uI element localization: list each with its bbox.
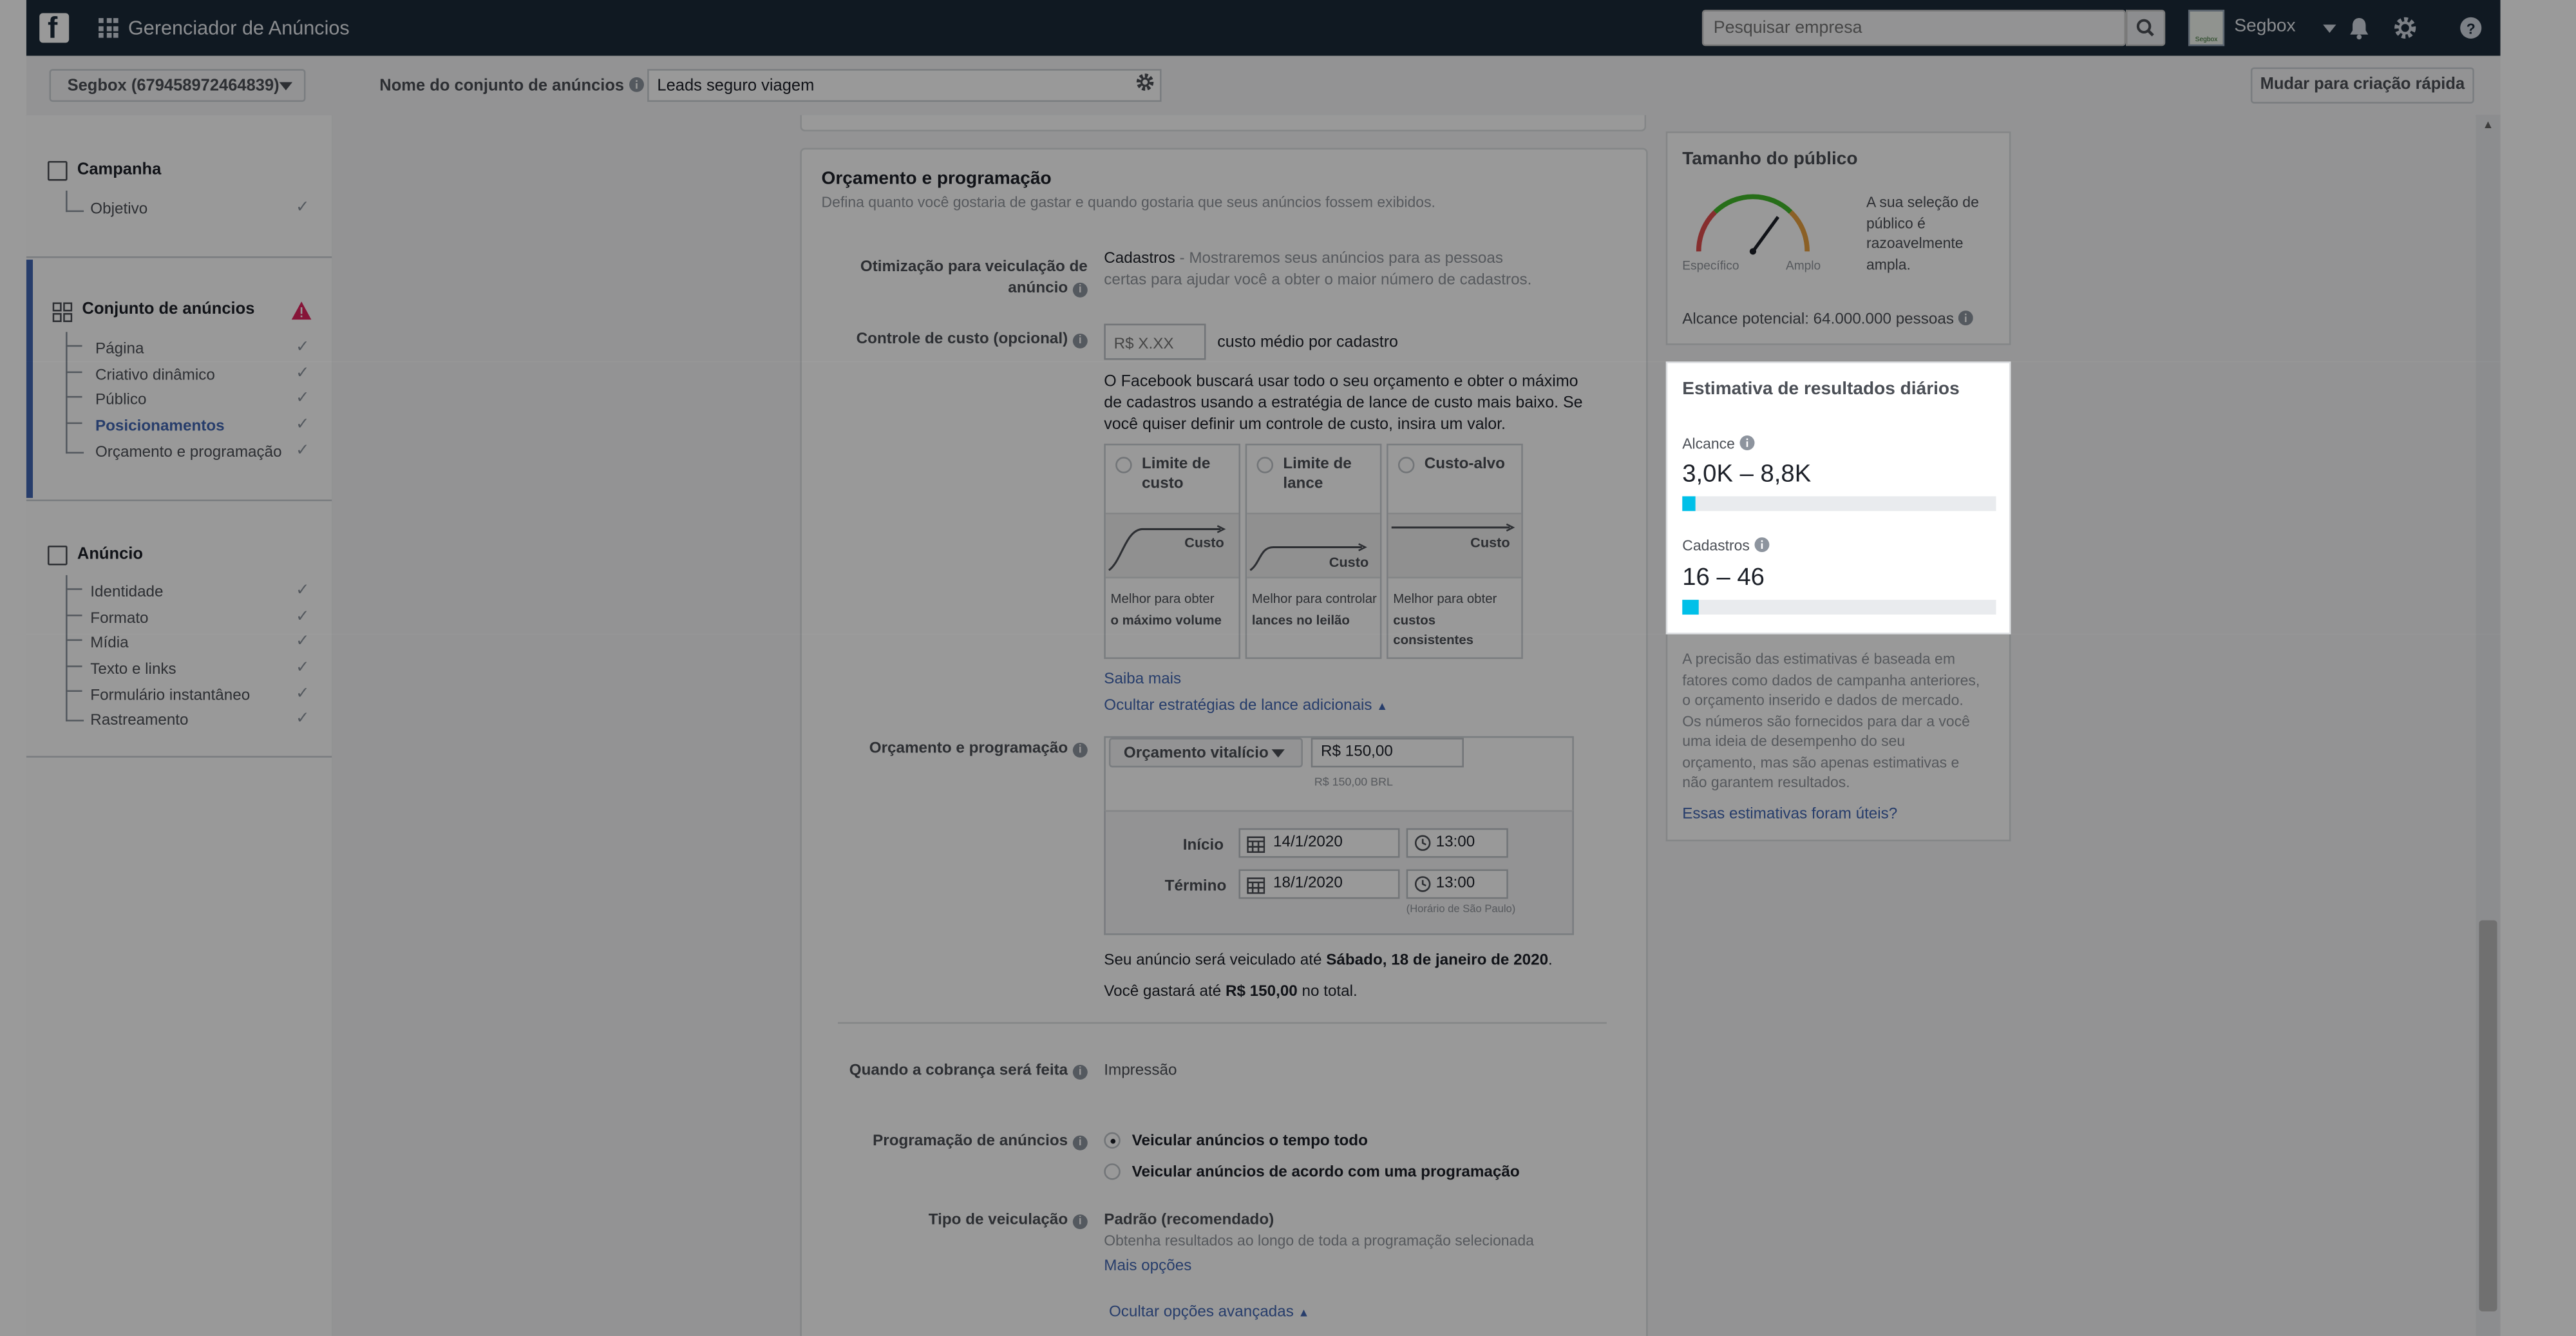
leads-bar-fill (1682, 600, 1699, 615)
reach-bar-fill (1682, 496, 1696, 511)
dim-overlay-bottom (0, 634, 2576, 1336)
reach-label: Alcance (1682, 435, 1754, 452)
info-icon (1739, 435, 1754, 450)
info-icon (1754, 537, 1769, 553)
leads-bar-track (1682, 600, 1996, 615)
dim-overlay-top (0, 0, 2576, 362)
reach-bar-track (1682, 496, 1996, 511)
dim-overlay-right (2011, 361, 2576, 635)
daily-results-title: Estimativa de resultados diários (1682, 379, 1960, 399)
dim-overlay-left (0, 361, 1666, 635)
leads-value: 16 – 46 (1682, 564, 1765, 592)
app-root: f Gerenciador de Anúncios Segbox Segbox … (0, 0, 2576, 1336)
daily-results-panel: Estimativa de resultados diários Alcance… (1665, 361, 2011, 635)
leads-label: Cadastros (1682, 537, 1769, 554)
page-margin (2500, 0, 2576, 1336)
page-margin (0, 0, 26, 1336)
reach-value: 3,0K – 8,8K (1682, 460, 1812, 488)
